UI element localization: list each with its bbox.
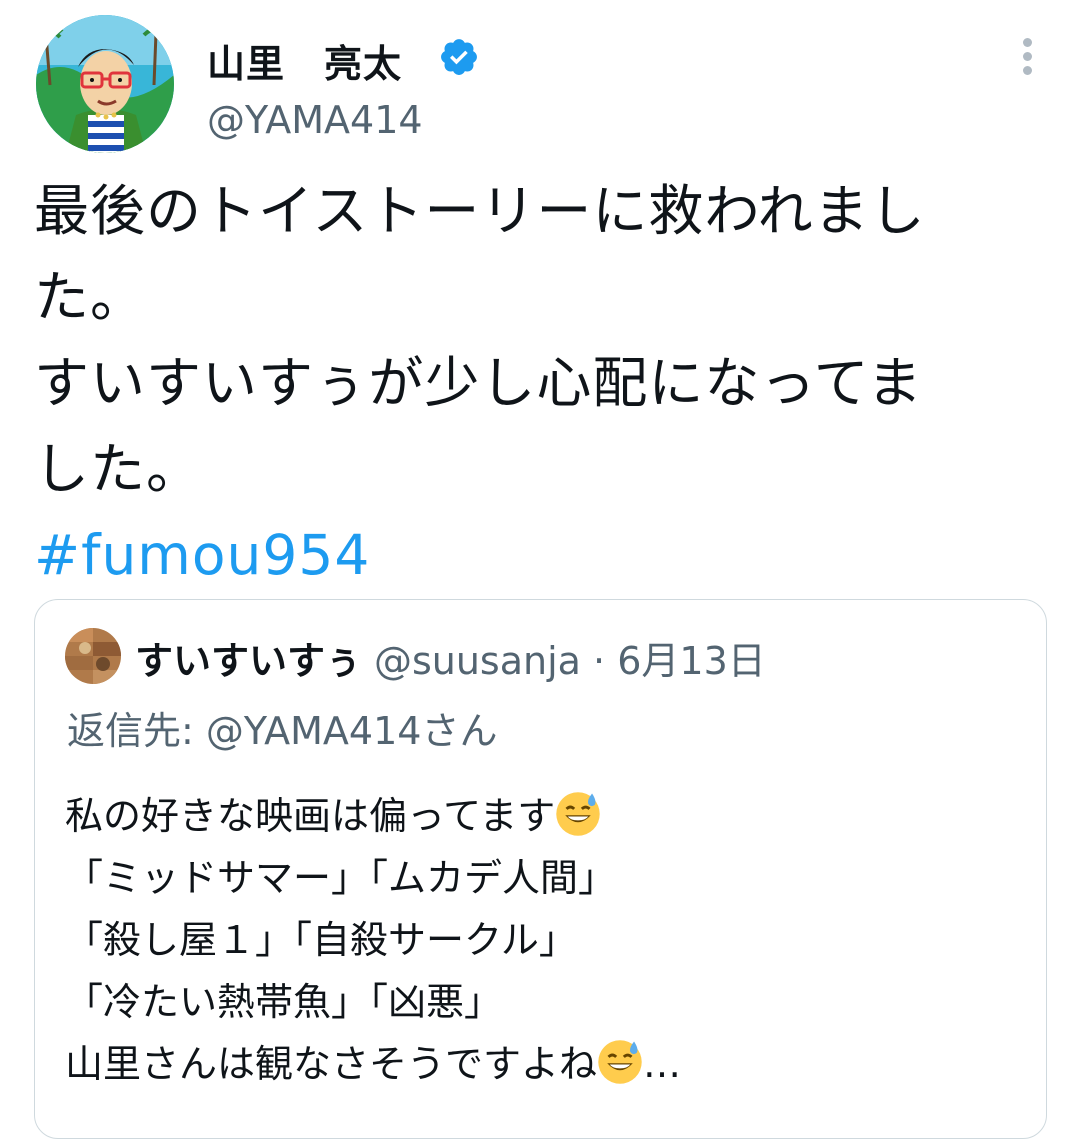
quoted-display-name[interactable]: すいすいすぅ [135, 639, 362, 683]
quoted-tweet[interactable]: すいすいすぅ @suusanja · 6月13日 返信先: @YAMA414さん… [34, 599, 1047, 1139]
quoted-body-line: 「ミッドサマー」「ムカデ人間」 [65, 856, 617, 900]
more-vertical-icon[interactable] [1012, 38, 1042, 78]
grinning-face-with-sweat-emoji [556, 792, 600, 836]
verified-badge-icon [441, 39, 477, 75]
quoted-body-line: 「冷たい熱帯魚」「凶悪」 [65, 980, 503, 1024]
quoted-body: 私の好きな映画は偏ってます 「ミッドサマー」「ムカデ人間」 「殺し屋１」「自殺サ… [65, 785, 681, 1095]
quoted-body-line: 山里さんは観なさそうですよね … [65, 1033, 681, 1095]
meta-separator: · [593, 639, 606, 683]
quoted-author-avatar[interactable] [65, 628, 121, 684]
author-avatar[interactable] [36, 15, 174, 153]
quoted-body-line: 私の好きな映画は偏ってます [65, 785, 681, 847]
author-handle[interactable]: @YAMA414 [207, 98, 423, 142]
tweet-text: 最後のトイストーリーに救われまし た。 すいすいすぅが少し心配になってま した。… [34, 168, 1044, 598]
tweet-text-line: 最後のトイストーリーに救われまし [34, 179, 926, 243]
quoted-handle[interactable]: @suusanja [374, 639, 581, 683]
quoted-date[interactable]: 6月13日 [617, 639, 766, 683]
quoted-header: すいすいすぅ @suusanja · 6月13日 [135, 630, 766, 685]
tweet-text-line: した。 [34, 437, 203, 501]
hashtag-link[interactable]: #fumou954 [34, 512, 1044, 598]
tweet-text-line: すいすいすぅが少し心配になってま [34, 351, 923, 415]
reply-to-text: 返信先: @YAMA414さん [67, 709, 498, 753]
author-display-name[interactable]: 山里 亮太 [207, 33, 402, 88]
tweet-text-line: た。 [34, 265, 147, 329]
grinning-face-with-sweat-emoji [598, 1040, 642, 1084]
ellipsis: … [643, 1042, 682, 1086]
quoted-body-line: 「殺し屋１」「自殺サークル」 [65, 918, 577, 962]
